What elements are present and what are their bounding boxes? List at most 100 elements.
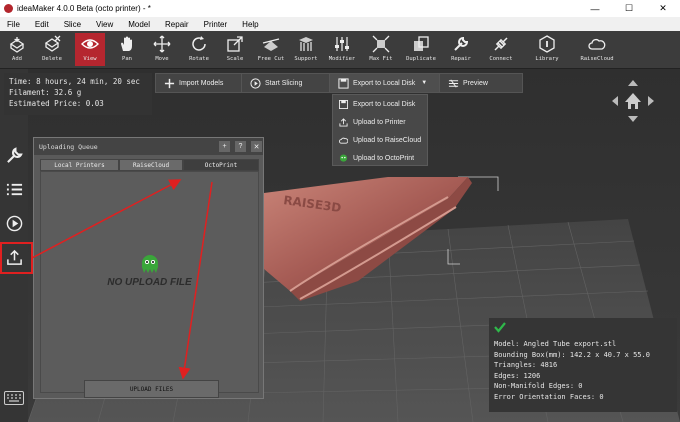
slice-task-button[interactable] [4, 213, 24, 233]
hand-icon [121, 36, 132, 51]
upload-icon [339, 117, 348, 127]
print-time: Time: 8 hours, 24 min, 20 sec [9, 77, 140, 86]
tab-octoprint[interactable]: OctoPrint [183, 159, 259, 171]
move-button[interactable]: Move [147, 33, 177, 66]
support-icon [299, 37, 313, 51]
filament-weight: Filament: 32.6 g [9, 88, 82, 97]
title-bar: ideaMaker 4.0.0 Beta (octo printer) - * … [0, 0, 680, 17]
tab-raisecloud[interactable]: RaiseCloud [119, 159, 183, 171]
view-button[interactable]: View [75, 33, 105, 66]
view-navigation-control[interactable] [610, 78, 656, 124]
disk-icon [338, 77, 349, 89]
connect-button[interactable]: Connect [486, 33, 516, 66]
check-icon [494, 322, 506, 333]
cloud-icon [339, 137, 348, 144]
plus-icon [164, 78, 175, 88]
octoprint-icon [339, 153, 348, 162]
preview-button[interactable]: Preview [440, 74, 522, 92]
model-info-box: Model: Angled Tube export.stl Bounding B… [489, 318, 677, 412]
keyboard-icon[interactable] [4, 391, 24, 405]
menu-view[interactable]: View [96, 20, 113, 29]
uploading-queue-panel: Uploading Queue + ? ✕ Local Printers Rai… [33, 137, 264, 399]
window-title: ideaMaker 4.0.0 Beta (octo printer) - * [17, 4, 151, 13]
max-fit-button[interactable]: Max Fit [366, 33, 396, 66]
delete-button[interactable]: Delete [37, 33, 67, 66]
menu-slice[interactable]: Slice [64, 20, 81, 29]
modifier-icon [335, 37, 349, 51]
repair-icon [454, 36, 469, 51]
app-logo-icon [4, 4, 13, 13]
menu-upload-printer[interactable]: Upload to Printer [333, 113, 427, 131]
start-slicing-button[interactable]: Start Slicing [242, 74, 330, 92]
add-upload-button[interactable]: + [219, 141, 230, 152]
add-icon [9, 37, 25, 53]
edge-count: Edges: 1206 [494, 371, 541, 380]
help-button[interactable]: ? [235, 141, 246, 152]
scale-icon [227, 36, 243, 52]
delete-icon [44, 35, 61, 52]
error-orientation-faces: Error Orientation Faces: 0 [494, 392, 604, 401]
eye-icon [81, 39, 99, 49]
menu-upload-raisecloud[interactable]: Upload to RaiseCloud [333, 131, 427, 149]
pan-button[interactable]: Pan [112, 33, 142, 66]
bounding-box: Bounding Box(mm): 142.2 x 40.7 x 55.0 [494, 350, 650, 359]
menu-bar: File Edit Slice View Model Repair Printe… [0, 17, 680, 31]
main-toolbar: Add Delete View Pan Move Rotate Scale Fr… [0, 31, 680, 69]
disk-icon [339, 99, 348, 109]
maxfit-icon [372, 35, 390, 53]
raisecloud-button[interactable]: RaiseCloud [580, 33, 614, 66]
model-name: Model: Angled Tube export.stl [494, 340, 617, 348]
estimated-price: Estimated Price: 0.03 [9, 99, 104, 108]
minimize-button[interactable]: — [578, 0, 612, 17]
preview-icon [448, 79, 459, 87]
object-list-button[interactable] [4, 179, 24, 199]
duplicate-icon [414, 36, 429, 51]
free-cut-button[interactable]: Free Cut [256, 33, 286, 66]
menu-file[interactable]: File [7, 20, 20, 29]
connect-icon [494, 37, 508, 51]
octoprint-icon [142, 255, 158, 273]
upload-target-tabs: Local Printers RaiseCloud OctoPrint [40, 159, 259, 171]
library-button[interactable]: Library [532, 33, 562, 66]
chevron-down-icon[interactable]: ▼ [421, 80, 427, 86]
action-bar: Import Models Start Slicing Export to Lo… [155, 73, 523, 93]
rotate-button[interactable]: Rotate [184, 33, 214, 66]
modifier-button[interactable]: Modifier [327, 33, 357, 66]
close-panel-button[interactable]: ✕ [251, 141, 262, 152]
export-dropdown-menu: Export to Local Disk Upload to Printer U… [332, 94, 428, 166]
library-icon [539, 35, 555, 53]
home-view-icon [625, 93, 641, 109]
settings-wrench-button[interactable] [4, 145, 24, 165]
menu-repair[interactable]: Repair [165, 20, 189, 29]
duplicate-button[interactable]: Duplicate [406, 33, 436, 66]
upload-files-button[interactable]: UPLOAD FILES [84, 380, 219, 398]
menu-upload-octoprint[interactable]: Upload to OctoPrint [333, 149, 427, 167]
import-models-button[interactable]: Import Models [156, 74, 242, 92]
move-icon [153, 35, 171, 53]
cloud-icon [588, 38, 606, 50]
export-local-disk-button[interactable]: Export to Local Disk ▼ [330, 74, 440, 92]
empty-queue-message: NO UPLOAD FILE [107, 277, 192, 288]
rotate-icon [192, 36, 206, 51]
scale-button[interactable]: Scale [220, 33, 250, 66]
cut-icon [262, 38, 280, 51]
non-manifold-edges: Non-Manifold Edges: 0 [494, 382, 583, 390]
repair-button[interactable]: Repair [446, 33, 476, 66]
menu-model[interactable]: Model [128, 20, 150, 29]
wrench-icon [6, 146, 23, 163]
play-circle-icon [6, 215, 22, 231]
menu-edit[interactable]: Edit [35, 20, 49, 29]
print-estimate-box: Time: 8 hours, 24 min, 20 sec Filament: … [4, 73, 152, 115]
close-window-button[interactable]: ✕ [646, 0, 680, 17]
menu-printer[interactable]: Printer [204, 20, 228, 29]
add-button[interactable]: Add [2, 33, 32, 66]
list-icon [6, 183, 22, 195]
play-circle-icon [250, 77, 261, 89]
menu-help[interactable]: Help [242, 20, 258, 29]
menu-export-local-disk[interactable]: Export to Local Disk [333, 95, 427, 113]
maximize-button[interactable]: ☐ [612, 0, 646, 17]
triangle-count: Triangles: 4816 [494, 361, 558, 369]
tab-local-printers[interactable]: Local Printers [40, 159, 119, 171]
support-button[interactable]: Support [291, 33, 321, 66]
upload-button-highlight [0, 242, 33, 274]
